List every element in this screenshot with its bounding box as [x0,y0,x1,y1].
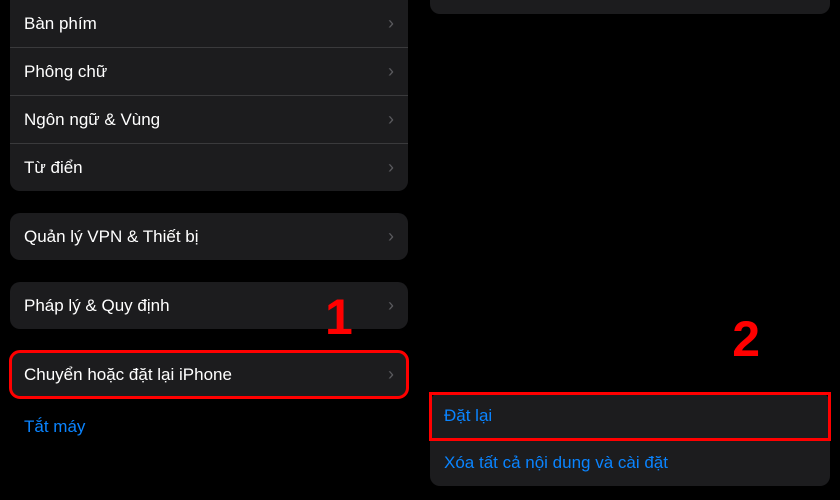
chevron-right-icon: › [388,109,394,130]
row-dictionary[interactable]: Từ điển › [10,144,408,191]
row-fonts[interactable]: Phông chữ › [10,48,408,96]
row-keyboard[interactable]: Bàn phím › [10,0,408,48]
chevron-right-icon: › [388,13,394,34]
shutdown-link[interactable]: Tắt máy [0,404,418,450]
annotation-step-2: 2 [732,310,760,368]
legal-group: Pháp lý & Quy định › [10,282,408,329]
row-language-region-label: Ngôn ngữ & Vùng [24,110,160,130]
row-legal-label: Pháp lý & Quy định [24,296,170,316]
row-legal[interactable]: Pháp lý & Quy định › [10,282,408,329]
row-language-region[interactable]: Ngôn ngữ & Vùng › [10,96,408,144]
row-fonts-label: Phông chữ [24,62,107,82]
transfer-reset-group: Chuyển hoặc đặt lại iPhone › [10,351,408,398]
row-transfer-reset-label: Chuyển hoặc đặt lại iPhone [24,365,232,385]
reset-options-group: Đặt lại Xóa tất cả nội dung và cài đặt [430,393,830,486]
settings-general-panel: Bàn phím › Phông chữ › Ngôn ngữ & Vùng ›… [0,0,420,500]
row-vpn-device-label: Quản lý VPN & Thiết bị [24,227,199,247]
chevron-right-icon: › [388,364,394,385]
row-reset[interactable]: Đặt lại [430,393,830,440]
general-settings-group: Bàn phím › Phông chữ › Ngôn ngữ & Vùng ›… [10,0,408,191]
row-keyboard-label: Bàn phím [24,14,97,34]
row-transfer-reset[interactable]: Chuyển hoặc đặt lại iPhone › [10,351,408,398]
chevron-right-icon: › [388,61,394,82]
row-dictionary-label: Từ điển [24,158,83,178]
reset-panel: Đặt lại Xóa tất cả nội dung và cài đặt 2 [420,0,840,500]
chevron-right-icon: › [388,295,394,316]
row-vpn-device[interactable]: Quản lý VPN & Thiết bị › [10,213,408,260]
chevron-right-icon: › [388,157,394,178]
chevron-right-icon: › [388,226,394,247]
vpn-device-group: Quản lý VPN & Thiết bị › [10,213,408,260]
panel-top-fragment [430,0,830,14]
row-erase-all[interactable]: Xóa tất cả nội dung và cài đặt [430,440,830,486]
